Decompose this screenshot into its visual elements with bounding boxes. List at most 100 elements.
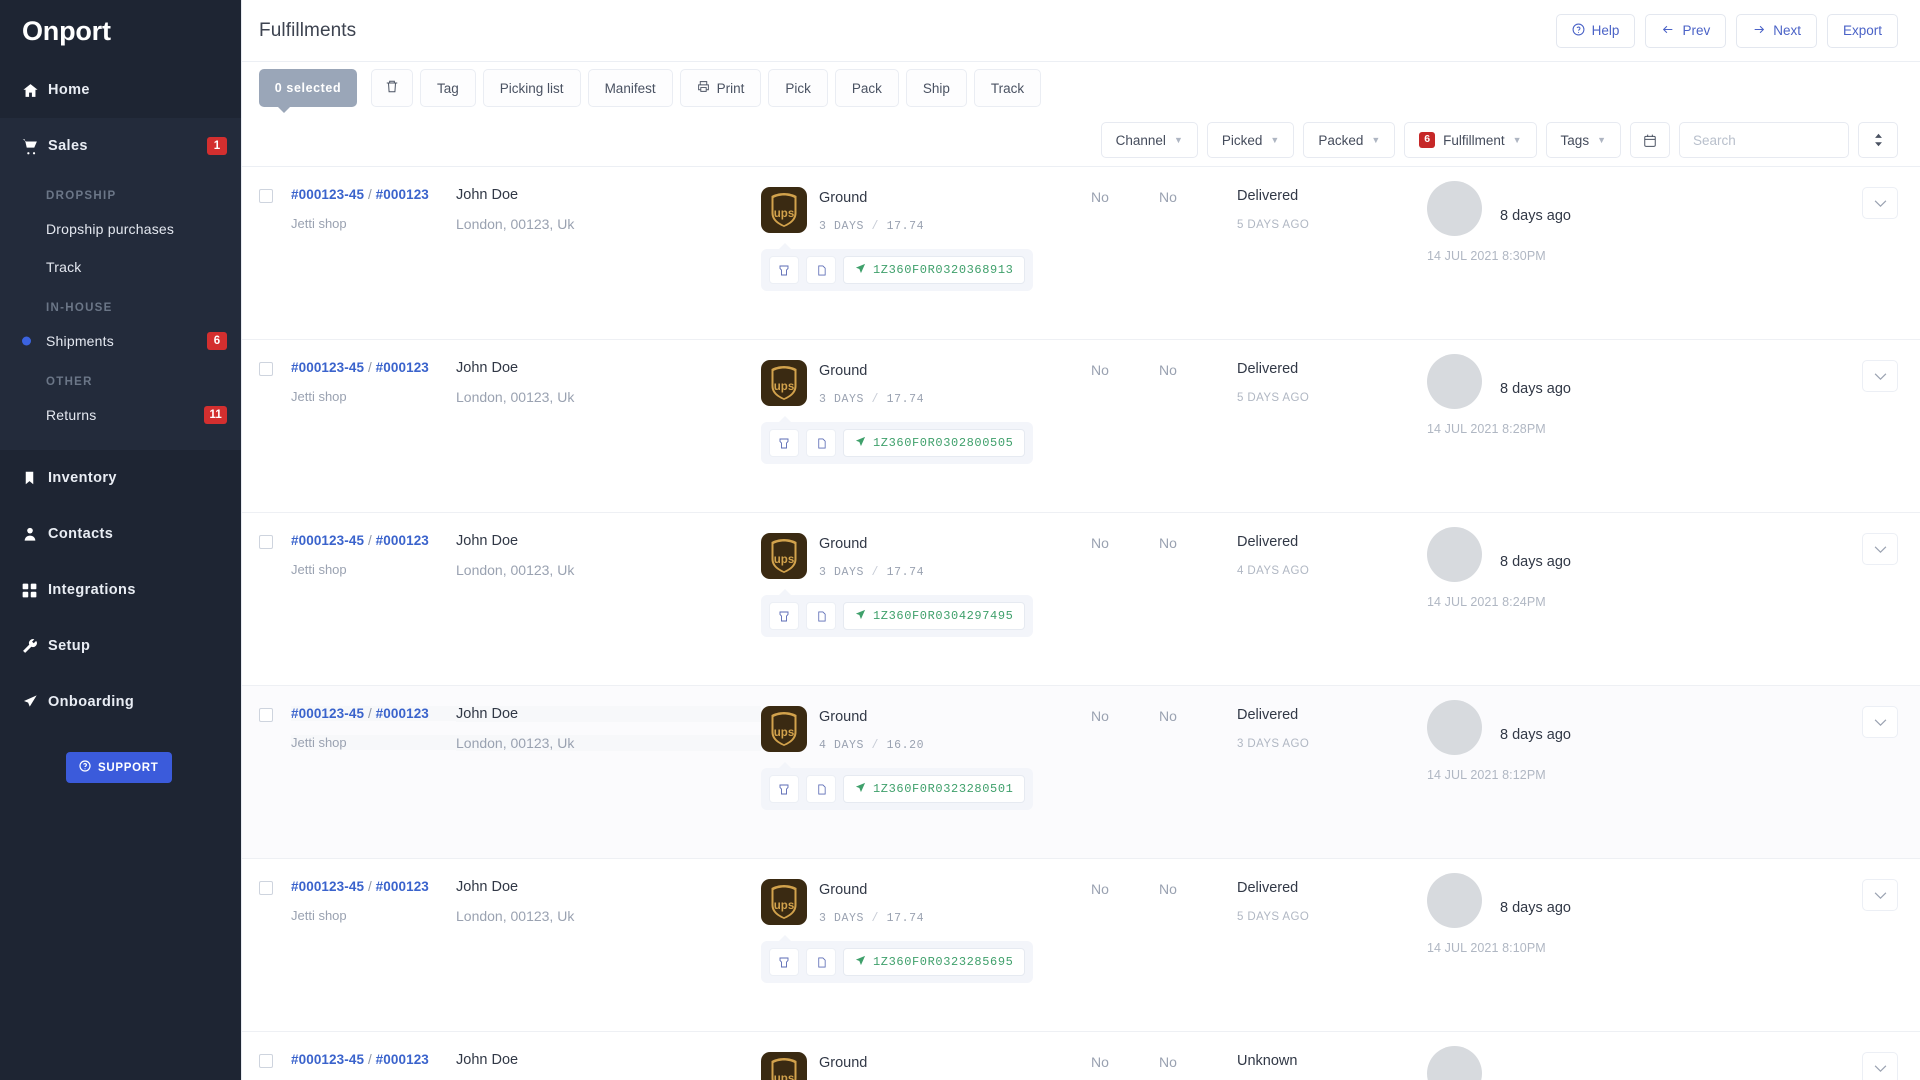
document-icon[interactable]: [806, 602, 836, 630]
svg-text:ups: ups: [774, 900, 794, 912]
table-row[interactable]: #000123-45 / #000123 Jetti shop John Doe…: [242, 859, 1920, 1032]
sidebar-item-shipments[interactable]: Shipments 6: [0, 322, 241, 360]
filter-channel[interactable]: Channel ▼: [1100, 122, 1198, 158]
picking-list-button[interactable]: Picking list: [482, 69, 581, 107]
customer-cell: John Doe London, 00123, Uk: [456, 533, 761, 578]
row-checkbox[interactable]: [259, 708, 273, 722]
sidebar-item-setup[interactable]: Setup: [0, 618, 241, 674]
customer-address: London, 00123, Uk: [456, 735, 761, 751]
sidebar-item-integrations[interactable]: Integrations: [0, 562, 241, 618]
status-badge: 11: [204, 406, 227, 424]
transit-days: 3 DAYS: [819, 912, 865, 925]
filter-picked[interactable]: Picked ▼: [1206, 122, 1295, 158]
table-row[interactable]: #000123-45 / #000123 Jetti shop John Doe…: [242, 1032, 1920, 1080]
row-checkbox[interactable]: [259, 362, 273, 376]
export-button[interactable]: Export: [1826, 13, 1898, 48]
send-icon: [855, 263, 866, 278]
tracking-number-button[interactable]: 1Z360F0R0323280501: [843, 775, 1026, 803]
label-icon[interactable]: [769, 429, 799, 457]
tag-button[interactable]: Tag: [420, 69, 476, 107]
order-link[interactable]: #000123-45 / #000123: [291, 533, 456, 548]
sidebar-item-label: Home: [48, 82, 90, 98]
order-link[interactable]: #000123-45 / #000123: [291, 187, 456, 202]
help-button-label: Help: [1591, 23, 1620, 38]
support-button[interactable]: SUPPORT: [66, 752, 172, 783]
carrier-cell: ups Ground 3 DAYS / 17.74 1Z360F0R032036…: [761, 187, 1091, 291]
order-cell: #000123-45 / #000123 Jetti shop: [291, 360, 456, 404]
filter-fulfillment[interactable]: 6 Fulfillment ▼: [1404, 122, 1537, 158]
tracking-number: 1Z360F0R0323280501: [873, 782, 1014, 796]
label-icon[interactable]: [769, 602, 799, 630]
sidebar-item-inventory[interactable]: Inventory: [0, 450, 241, 506]
pack-button[interactable]: Pack: [834, 69, 899, 107]
order-link[interactable]: #000123-45 / #000123: [291, 706, 456, 721]
sidebar-item-track[interactable]: Track: [0, 248, 241, 286]
status-ago: 4 DAYS AGO: [1237, 565, 1310, 577]
app-root: Onport Home Sales 1 DROPSHIP Dropship pu…: [0, 0, 1920, 1080]
service-meta: 3 DAYS / 17.74: [819, 566, 925, 579]
row-checkbox[interactable]: [259, 535, 273, 549]
search-input[interactable]: [1679, 122, 1849, 158]
row-checkbox[interactable]: [259, 881, 273, 895]
calendar-icon[interactable]: [1630, 122, 1670, 158]
chevron-down-icon[interactable]: [1862, 187, 1898, 219]
print-button[interactable]: Print: [679, 69, 762, 107]
sidebar-item-contacts[interactable]: Contacts: [0, 506, 241, 562]
row-checkbox[interactable]: [259, 189, 273, 203]
sidebar-item-returns[interactable]: Returns 11: [0, 396, 241, 434]
order-link[interactable]: #000123-45 / #000123: [291, 1052, 456, 1067]
sidebar-item-label: Inventory: [48, 470, 117, 486]
tracking-number-button[interactable]: 1Z360F0R0323285695: [843, 948, 1026, 976]
export-button-label: Export: [1842, 23, 1882, 38]
sidebar-item-dropship-purchases[interactable]: Dropship purchases: [0, 210, 241, 248]
customer-name: John Doe: [456, 360, 519, 376]
support-section: SUPPORT: [0, 730, 241, 783]
service-name: Ground: [819, 882, 868, 898]
chevron-down-icon[interactable]: [1862, 1052, 1898, 1080]
chevron-down-icon[interactable]: [1862, 879, 1898, 911]
table-row[interactable]: #000123-45 / #000123 Jetti shop John Doe…: [242, 686, 1920, 859]
document-icon[interactable]: [806, 948, 836, 976]
tracking-number-button[interactable]: 1Z360F0R0320368913: [843, 256, 1026, 284]
shop-name: Jetti shop: [291, 389, 347, 404]
carrier-cell: ups Ground 4 DAYS / 16.20 1Z360F0R032328…: [761, 706, 1091, 810]
filter-tags[interactable]: Tags ▼: [1545, 122, 1621, 158]
chevron-down-icon[interactable]: [1862, 360, 1898, 392]
chevron-down-icon[interactable]: [1862, 533, 1898, 565]
document-icon[interactable]: [806, 429, 836, 457]
help-button[interactable]: Help: [1555, 13, 1636, 48]
table-row[interactable]: #000123-45 / #000123 Jetti shop John Doe…: [242, 513, 1920, 686]
chevron-down-icon[interactable]: [1862, 706, 1898, 738]
next-button[interactable]: Next: [1736, 13, 1817, 48]
tracking-number-button[interactable]: 1Z360F0R0304297495: [843, 602, 1026, 630]
label-icon[interactable]: [769, 775, 799, 803]
document-icon[interactable]: [806, 775, 836, 803]
manifest-button[interactable]: Manifest: [587, 69, 673, 107]
filter-packed[interactable]: Packed ▼: [1303, 122, 1396, 158]
avatar: [1427, 354, 1482, 409]
sidebar-item-sales[interactable]: Sales 1: [0, 118, 241, 174]
order-link[interactable]: #000123-45 / #000123: [291, 879, 456, 894]
label-icon[interactable]: [769, 256, 799, 284]
document-icon[interactable]: [806, 256, 836, 284]
label-icon[interactable]: [769, 948, 799, 976]
prev-button[interactable]: Prev: [1645, 13, 1727, 48]
row-expand-cell: [1854, 533, 1898, 565]
ship-button[interactable]: Ship: [905, 69, 967, 107]
table-row[interactable]: #000123-45 / #000123 Jetti shop John Doe…: [242, 167, 1920, 340]
sidebar: Onport Home Sales 1 DROPSHIP Dropship pu…: [0, 0, 241, 1080]
tracking-number-button[interactable]: 1Z360F0R0302800505: [843, 429, 1026, 457]
tracking-number: 1Z360F0R0302800505: [873, 436, 1014, 450]
pick-button[interactable]: Pick: [768, 69, 828, 107]
order-link[interactable]: #000123-45 / #000123: [291, 360, 456, 375]
track-button[interactable]: Track: [973, 69, 1042, 107]
brand-logo[interactable]: Onport: [0, 0, 241, 62]
status-text: Delivered: [1237, 707, 1299, 723]
sort-icon[interactable]: [1858, 122, 1898, 158]
delete-button[interactable]: [371, 69, 413, 107]
avatar: [1427, 873, 1482, 928]
table-row[interactable]: #000123-45 / #000123 Jetti shop John Doe…: [242, 340, 1920, 513]
sidebar-item-home[interactable]: Home: [0, 62, 241, 118]
sidebar-item-onboarding[interactable]: Onboarding: [0, 674, 241, 730]
row-checkbox[interactable]: [259, 1054, 273, 1068]
